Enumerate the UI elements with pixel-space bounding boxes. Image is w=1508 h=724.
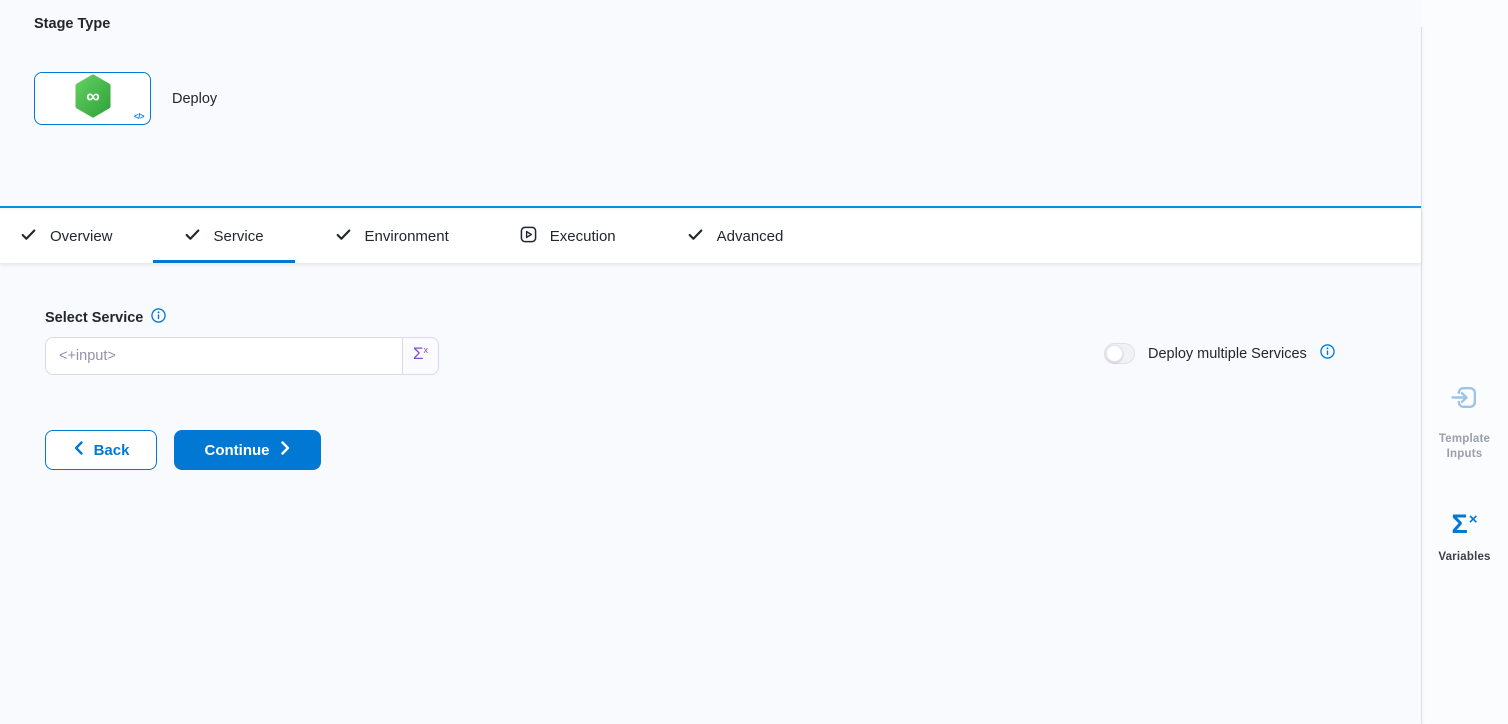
tab-label: Service	[214, 228, 264, 245]
chevron-left-icon	[73, 441, 84, 459]
check-icon	[687, 226, 704, 247]
chevron-right-icon	[280, 441, 291, 459]
template-inputs-label: Template Inputs	[1433, 432, 1497, 462]
back-button[interactable]: Back	[45, 430, 157, 470]
service-tab-content: Select Service Σx Deploy multiple Servic…	[0, 263, 1421, 724]
stage-type-section: Stage Type ∞ </> Deploy	[0, 0, 1421, 208]
deploy-stage-icon: ∞	[73, 74, 113, 123]
wizard-nav-buttons: Back Continue	[45, 430, 321, 470]
tab-overview[interactable]: Overview	[0, 210, 144, 263]
tab-label: Advanced	[717, 228, 784, 245]
check-icon	[335, 226, 352, 247]
tab-advanced[interactable]: Advanced	[656, 210, 815, 263]
right-rail-divider	[1421, 27, 1422, 724]
variables-sigma-icon: Σ×	[1452, 511, 1478, 538]
tab-execution[interactable]: Execution	[489, 210, 647, 263]
select-service-label: Select Service	[45, 310, 143, 326]
tab-environment[interactable]: Environment	[304, 210, 480, 263]
continue-button[interactable]: Continue	[174, 430, 321, 470]
deploy-stage-card[interactable]: ∞ </>	[34, 72, 151, 125]
variables-label: Variables	[1433, 550, 1497, 565]
info-icon[interactable]	[1320, 344, 1335, 364]
execution-play-icon	[520, 226, 537, 247]
code-view-icon: </>	[134, 112, 144, 121]
template-inputs-rail-item[interactable]: Template Inputs	[1421, 383, 1508, 462]
select-service-input-group: Σx	[45, 337, 439, 375]
stage-type-heading: Stage Type	[34, 16, 110, 32]
check-icon	[20, 226, 37, 247]
template-inputs-icon	[1450, 383, 1479, 417]
tab-service[interactable]: Service	[153, 210, 295, 263]
tab-label: Execution	[550, 228, 616, 245]
deploy-multiple-services-row: Deploy multiple Services	[1104, 343, 1335, 364]
toggle-knob	[1106, 345, 1123, 362]
variables-rail-item[interactable]: Σ× Variables	[1421, 511, 1508, 565]
runtime-input-sigma-button[interactable]: Σx	[402, 337, 439, 375]
stage-tabs: Overview Service Environment Execution	[0, 210, 1421, 263]
right-rail: Template Inputs Σ× Variables	[1421, 0, 1508, 724]
deploy-multiple-services-label: Deploy multiple Services	[1148, 346, 1307, 362]
svg-text:∞: ∞	[86, 87, 100, 108]
select-service-input[interactable]	[45, 337, 402, 375]
check-icon	[184, 226, 201, 247]
tab-label: Overview	[50, 228, 113, 245]
stage-config-panel: Stage Type ∞ </> Deploy	[0, 0, 1421, 724]
tab-label: Environment	[365, 228, 449, 245]
deploy-multiple-services-toggle[interactable]	[1104, 343, 1135, 364]
info-icon[interactable]	[151, 308, 166, 328]
stage-card-label: Deploy	[172, 91, 217, 107]
select-service-label-row: Select Service	[45, 308, 166, 328]
